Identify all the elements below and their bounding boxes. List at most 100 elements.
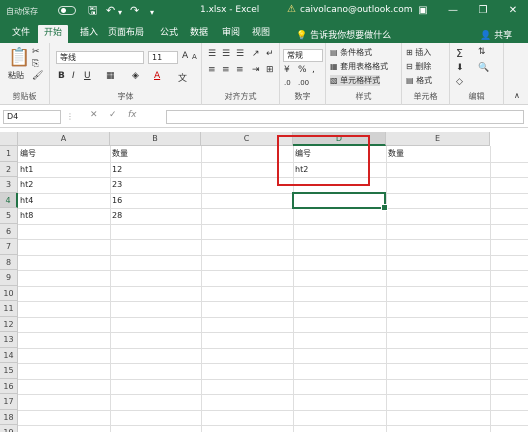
tab-data[interactable]: 数据 <box>190 26 208 43</box>
row-header-16[interactable]: 16 <box>0 378 18 394</box>
align-left-icon[interactable]: ≡ <box>208 65 216 75</box>
row-header-18[interactable]: 18 <box>0 409 18 425</box>
conditional-format-button[interactable]: ▤ 条件格式 <box>330 47 372 58</box>
indent-icon[interactable]: ⇥ <box>252 65 260 75</box>
merge-center-icon[interactable]: ⊞ <box>266 65 274 75</box>
row-header-12[interactable]: 12 <box>0 316 18 332</box>
comma-icon[interactable]: , <box>312 65 315 75</box>
formula-input[interactable] <box>166 110 524 124</box>
row-header-9[interactable]: 9 <box>0 270 18 286</box>
redo-icon[interactable]: ↷ <box>130 4 139 17</box>
delete-button[interactable]: ⊟ 删除 <box>406 61 431 72</box>
tab-file[interactable]: 文件 <box>12 26 30 43</box>
cell-B2[interactable]: 12 <box>110 162 201 178</box>
tell-me-box[interactable]: 💡 告诉我你想要做什么 <box>296 28 391 41</box>
underline-icon[interactable]: U <box>84 71 91 81</box>
maximize-icon[interactable]: ❐ <box>474 3 492 19</box>
cell-A2[interactable]: ht1 <box>18 162 110 178</box>
percent-icon[interactable]: % <box>298 65 307 75</box>
fill-color-icon[interactable]: ◈ <box>132 71 139 81</box>
find-select-icon[interactable]: 🔍 <box>478 63 489 73</box>
cell-B5[interactable]: 28 <box>110 208 201 224</box>
borders-icon[interactable]: ▦ <box>106 71 115 81</box>
font-size-box[interactable]: 11 <box>148 51 178 64</box>
tab-review[interactable]: 审阅 <box>222 26 240 43</box>
currency-icon[interactable]: ¥ <box>284 65 290 75</box>
align-middle-icon[interactable]: ☰ <box>222 49 230 59</box>
row-header-3[interactable]: 3 <box>0 177 18 193</box>
autosave-toggle[interactable] <box>58 6 76 15</box>
shrink-font-icon[interactable]: A <box>192 53 197 61</box>
align-right-icon[interactable]: ≡ <box>236 65 244 75</box>
font-color-icon[interactable]: A <box>154 71 160 81</box>
share-button[interactable]: 👤 共享 <box>480 28 512 41</box>
worksheet-grid[interactable]: ABCDE 12345678910111213141516171819 编号数量… <box>0 132 528 432</box>
tab-home[interactable]: 开始 <box>38 25 69 43</box>
grow-font-icon[interactable]: A <box>182 51 188 61</box>
format-as-table-button[interactable]: ▦ 套用表格格式 <box>330 61 388 72</box>
row-header-13[interactable]: 13 <box>0 332 18 348</box>
row-header-14[interactable]: 14 <box>0 347 18 363</box>
phonetic-icon[interactable]: 文 <box>178 71 187 84</box>
tab-formulas[interactable]: 公式 <box>160 26 178 43</box>
customize-qat-icon[interactable]: ▾ <box>150 6 154 19</box>
name-box[interactable]: D4 <box>3 110 61 124</box>
cut-icon[interactable]: ✂ <box>32 47 40 57</box>
enter-icon[interactable]: ✓ <box>109 110 117 120</box>
align-bottom-icon[interactable]: ☰ <box>236 49 244 59</box>
ribbon-display-icon[interactable]: ▣ <box>414 3 432 19</box>
font-name-box[interactable]: 等线 <box>56 51 144 64</box>
align-top-icon[interactable]: ☰ <box>208 49 216 59</box>
cell-E1[interactable]: 数量 <box>386 146 490 162</box>
insert-function-icon[interactable]: fx <box>128 110 137 120</box>
autosum-icon[interactable]: Σ <box>456 47 463 60</box>
cell-A5[interactable]: ht8 <box>18 208 110 224</box>
increase-decimal-icon[interactable]: .0 <box>284 79 291 87</box>
row-header-6[interactable]: 6 <box>0 223 18 239</box>
align-center-icon[interactable]: ≡ <box>222 65 230 75</box>
paste-icon[interactable]: 📋 <box>8 47 30 68</box>
undo-dropdown-icon[interactable]: ▾ <box>118 6 122 19</box>
row-header-19[interactable]: 19 <box>0 425 18 432</box>
row-header-10[interactable]: 10 <box>0 285 18 301</box>
row-header-8[interactable]: 8 <box>0 254 18 270</box>
cell-A4[interactable]: ht4 <box>18 193 110 209</box>
cell-B3[interactable]: 23 <box>110 177 201 193</box>
collapse-ribbon-icon[interactable]: ∧ <box>514 91 520 100</box>
tab-view[interactable]: 视图 <box>252 26 270 43</box>
cell-A3[interactable]: ht2 <box>18 177 110 193</box>
row-header-15[interactable]: 15 <box>0 363 18 379</box>
italic-icon[interactable]: I <box>72 71 75 81</box>
row-header-2[interactable]: 2 <box>0 161 18 177</box>
format-painter-icon[interactable]: 🖌 <box>32 71 43 81</box>
insert-button[interactable]: ⊞ 插入 <box>406 47 431 58</box>
close-icon[interactable]: ✕ <box>504 3 522 19</box>
decrease-decimal-icon[interactable]: .00 <box>298 79 309 87</box>
cell-A1[interactable]: 编号 <box>18 146 110 162</box>
row-header-5[interactable]: 5 <box>0 208 18 224</box>
cell-B4[interactable]: 16 <box>110 193 201 209</box>
save-icon[interactable]: 🖫 <box>88 4 97 17</box>
number-format-box[interactable]: 常规 <box>283 49 323 62</box>
cell-styles-button[interactable]: ▧ 单元格样式 <box>330 75 381 86</box>
sort-filter-icon[interactable]: ⇅ <box>478 47 486 57</box>
row-header-17[interactable]: 17 <box>0 394 18 410</box>
formula-bar-divider[interactable]: ⋮ <box>66 112 74 121</box>
row-header-11[interactable]: 11 <box>0 301 18 317</box>
row-header-1[interactable]: 1 <box>0 146 18 162</box>
row-header-4[interactable]: 4 <box>0 192 18 208</box>
row-header-7[interactable]: 7 <box>0 239 18 255</box>
copy-icon[interactable]: ⎘ <box>32 59 39 69</box>
column-header-B[interactable]: B <box>110 132 201 146</box>
cell-B1[interactable]: 数量 <box>110 146 201 162</box>
select-all-corner[interactable] <box>0 132 18 146</box>
minimize-icon[interactable]: — <box>444 3 462 19</box>
tab-page-layout[interactable]: 页面布局 <box>108 26 144 43</box>
bold-icon[interactable]: B <box>58 71 65 81</box>
paste-label[interactable]: 粘贴 <box>8 70 24 81</box>
account-email[interactable]: caivolcano@outlook.com <box>300 5 413 15</box>
clear-icon[interactable]: ◇ <box>456 77 463 87</box>
column-header-A[interactable]: A <box>18 132 110 146</box>
orientation-icon[interactable]: ↗ <box>252 49 260 59</box>
active-cell-D4[interactable] <box>292 191 388 211</box>
